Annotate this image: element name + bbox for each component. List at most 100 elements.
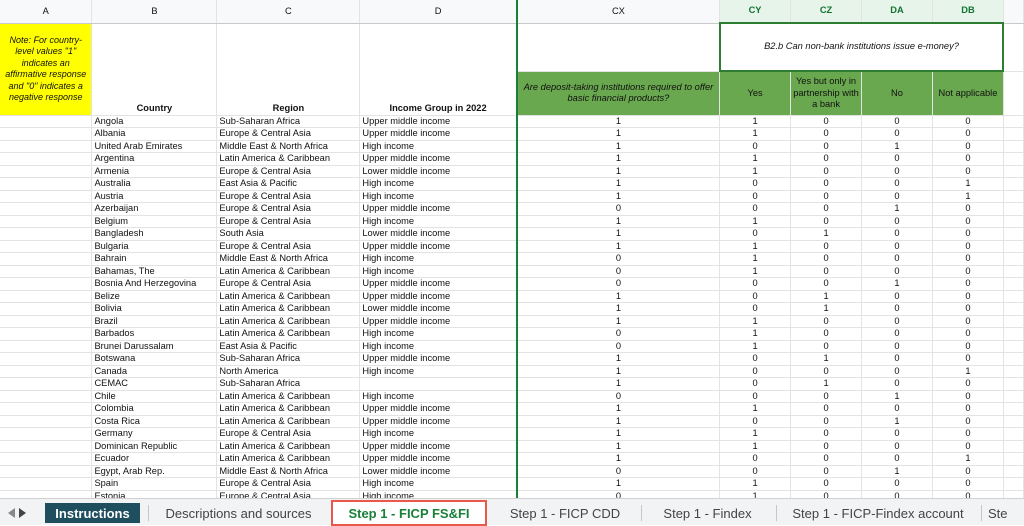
region-cell[interactable]: Middle East & North Africa	[216, 465, 361, 478]
cx-value-cell[interactable]: 1	[516, 302, 721, 316]
cz-value-cell[interactable]: 0	[790, 427, 863, 441]
country-cell[interactable]: Argentina	[91, 152, 218, 166]
da-value-cell[interactable]: 0	[861, 165, 933, 178]
cz-value-cell[interactable]: 1	[790, 290, 863, 303]
db-value-cell[interactable]: 0	[932, 352, 1004, 366]
region-cell[interactable]: Europe & Central Asia	[216, 490, 361, 498]
income-cell[interactable]: High income	[359, 427, 518, 441]
db-value-cell[interactable]: 1	[932, 177, 1004, 191]
region-cell[interactable]: Latin America & Caribbean	[216, 440, 361, 453]
empty-cell[interactable]	[0, 415, 93, 428]
country-cell[interactable]: Australia	[91, 177, 218, 191]
empty-cell[interactable]	[0, 140, 93, 153]
country-cell[interactable]: Brunei Darussalam	[91, 340, 218, 353]
income-header[interactable]: Income Group in 2022	[359, 23, 518, 116]
empty-cell[interactable]	[0, 327, 93, 341]
cx-value-cell[interactable]: 1	[516, 315, 721, 328]
region-cell[interactable]: Sub-Saharan Africa	[216, 115, 361, 128]
cz-value-cell[interactable]: 0	[790, 390, 863, 403]
cz-value-cell[interactable]: 0	[790, 115, 863, 128]
income-cell[interactable]: Lower middle income	[359, 165, 518, 178]
col-header-a[interactable]: A	[0, 0, 93, 24]
col-header-db[interactable]: DB	[932, 0, 1004, 24]
empty-cell[interactable]	[1003, 340, 1024, 353]
country-cell[interactable]: Bolivia	[91, 302, 218, 316]
income-cell[interactable]: Upper middle income	[359, 315, 518, 328]
empty-cell[interactable]	[0, 377, 93, 391]
region-cell[interactable]: Latin America & Caribbean	[216, 302, 361, 316]
income-cell[interactable]: Upper middle income	[359, 152, 518, 166]
country-cell[interactable]: Angola	[91, 115, 218, 128]
cy-value-cell[interactable]: 1	[719, 440, 792, 453]
empty-cell[interactable]	[1003, 427, 1024, 441]
region-cell[interactable]: Latin America & Caribbean	[216, 152, 361, 166]
cx-value-cell[interactable]: 0	[516, 202, 721, 216]
empty-cell[interactable]	[1003, 465, 1024, 478]
cz-value-cell[interactable]: 0	[790, 477, 863, 491]
region-cell[interactable]: Europe & Central Asia	[216, 277, 361, 291]
income-cell[interactable]: Upper middle income	[359, 115, 518, 128]
country-cell[interactable]: Dominican Republic	[91, 440, 218, 453]
db-value-cell[interactable]: 0	[932, 227, 1004, 241]
cy-value-cell[interactable]: 0	[719, 452, 792, 466]
income-cell[interactable]: Lower middle income	[359, 227, 518, 241]
cy-value-cell[interactable]: 0	[719, 352, 792, 366]
col-header-c[interactable]: C	[216, 0, 361, 24]
db-value-cell[interactable]: 0	[932, 302, 1004, 316]
empty-cell[interactable]	[0, 202, 93, 216]
empty-cell[interactable]	[1003, 290, 1024, 303]
cy-value-cell[interactable]: 1	[719, 127, 792, 141]
country-cell[interactable]: Brazil	[91, 315, 218, 328]
empty-cell[interactable]	[0, 265, 93, 278]
empty-cell[interactable]	[0, 277, 93, 291]
income-cell[interactable]: Upper middle income	[359, 352, 518, 366]
country-cell[interactable]: Bulgaria	[91, 240, 218, 253]
country-cell[interactable]: Azerbaijan	[91, 202, 218, 216]
region-cell[interactable]: Latin America & Caribbean	[216, 327, 361, 341]
db-value-cell[interactable]: 0	[932, 340, 1004, 353]
country-cell[interactable]: United Arab Emirates	[91, 140, 218, 153]
cx-value-cell[interactable]: 1	[516, 165, 721, 178]
col-header-cx[interactable]: CX	[515, 0, 721, 24]
cy-value-cell[interactable]: 0	[719, 465, 792, 478]
empty-cell[interactable]	[0, 165, 93, 178]
empty-cell[interactable]	[1003, 265, 1024, 278]
empty-cell[interactable]	[1003, 440, 1024, 453]
cx-value-cell[interactable]: 0	[516, 465, 721, 478]
cz-value-cell[interactable]: 0	[790, 440, 863, 453]
country-cell[interactable]: Bosnia And Herzegovina	[91, 277, 218, 291]
da-value-cell[interactable]: 0	[861, 477, 933, 491]
cy-value-cell[interactable]: 1	[719, 152, 792, 166]
da-value-cell[interactable]: 0	[861, 190, 933, 203]
country-cell[interactable]: Albania	[91, 127, 218, 141]
region-cell[interactable]: Europe & Central Asia	[216, 190, 361, 203]
col-header-da[interactable]: DA	[861, 0, 933, 24]
da-value-cell[interactable]: 0	[861, 340, 933, 353]
cy-value-cell[interactable]: 0	[719, 390, 792, 403]
cz-value-cell[interactable]: 0	[790, 452, 863, 466]
empty-cell[interactable]	[1003, 327, 1024, 341]
cy-value-cell[interactable]: 1	[719, 315, 792, 328]
cz-value-cell[interactable]: 0	[790, 215, 863, 228]
spreadsheet-grid[interactable]: A B C D CX CY CZ DA DB Note: For country…	[0, 0, 1024, 498]
cz-value-cell[interactable]: 1	[790, 352, 863, 366]
cx-value-cell[interactable]: 0	[516, 340, 721, 353]
income-cell[interactable]: High income	[359, 140, 518, 153]
region-cell[interactable]: Europe & Central Asia	[216, 477, 361, 491]
empty-cell[interactable]	[0, 177, 93, 191]
cy-value-cell[interactable]: 0	[719, 365, 792, 378]
cx-value-cell[interactable]: 1	[516, 427, 721, 441]
region-cell[interactable]: Latin America & Caribbean	[216, 265, 361, 278]
empty-cell[interactable]	[1003, 415, 1024, 428]
col-header-b[interactable]: B	[91, 0, 218, 24]
region-cell[interactable]: Latin America & Caribbean	[216, 452, 361, 466]
empty-cell[interactable]	[1003, 152, 1024, 166]
region-cell[interactable]: Middle East & North Africa	[216, 140, 361, 153]
empty-cell[interactable]	[1003, 352, 1024, 366]
da-value-cell[interactable]: 0	[861, 177, 933, 191]
cy-value-cell[interactable]: 1	[719, 165, 792, 178]
opt-na-header[interactable]: Not applicable	[932, 71, 1004, 116]
cx-value-cell[interactable]: 1	[516, 227, 721, 241]
cx-value-cell[interactable]: 1	[516, 152, 721, 166]
cz-value-cell[interactable]: 0	[790, 315, 863, 328]
